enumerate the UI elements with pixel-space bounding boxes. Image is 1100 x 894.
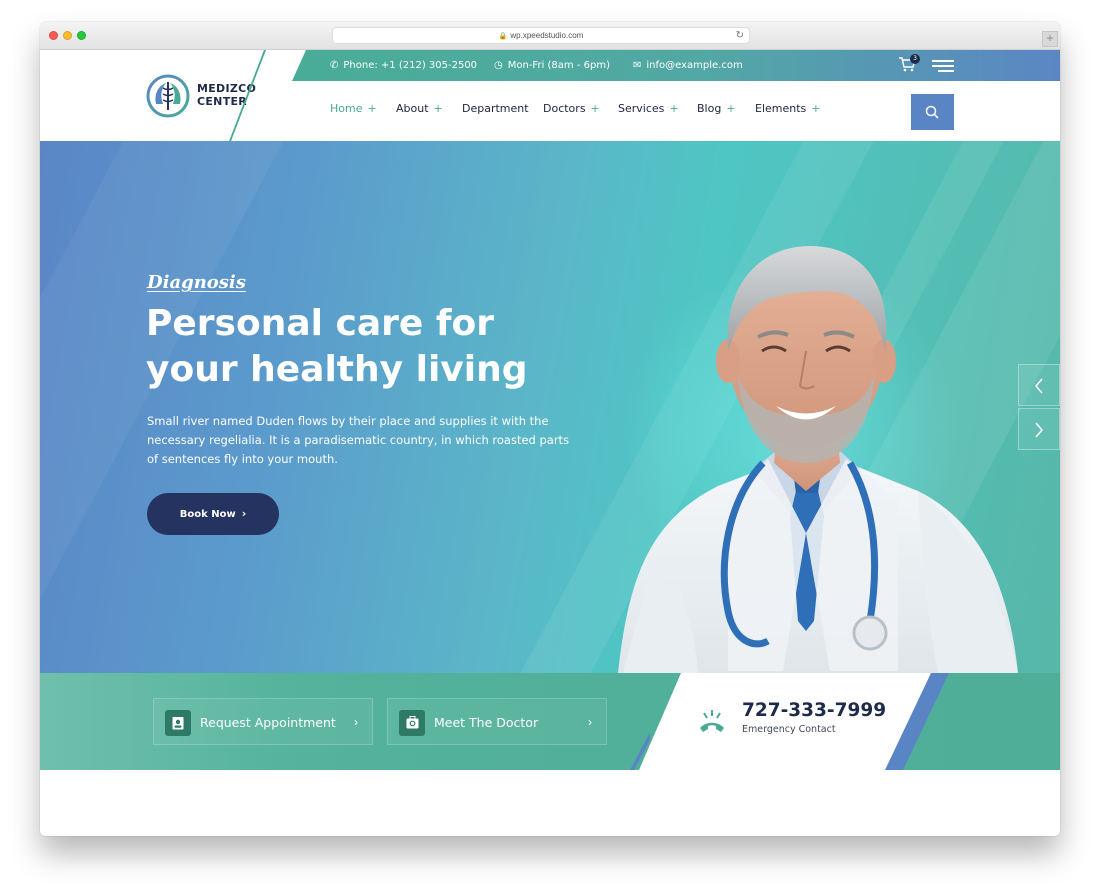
info-strip: Request Appointment › Meet The Doctor › … xyxy=(40,673,1060,770)
topbar-phone-text: Phone: +1 (212) 305-2500 xyxy=(343,60,478,71)
phone-icon: ✆ xyxy=(330,60,339,71)
emergency-phone-number[interactable]: 727-333-7999 xyxy=(742,700,886,721)
topbar-email[interactable]: ✉ info@example.com xyxy=(633,50,743,81)
id-badge-icon xyxy=(172,717,184,730)
nav-item-about[interactable]: About + xyxy=(396,102,443,115)
chevron-right-icon: › xyxy=(241,507,247,520)
doctor-photo xyxy=(618,246,1018,673)
caduceus-logo-icon xyxy=(146,74,190,118)
nav-item-home[interactable]: Home + xyxy=(330,102,377,115)
address-text: wp.xpeedstudio.com xyxy=(510,31,584,40)
chevron-left-icon xyxy=(1035,378,1043,394)
nav-item-blog[interactable]: Blog + xyxy=(697,102,736,115)
meet-the-doctor-label: Meet The Doctor xyxy=(434,715,539,730)
hamburger-icon xyxy=(932,60,954,62)
chevron-right-icon: › xyxy=(588,715,592,729)
envelope-icon: ✉ xyxy=(633,60,642,71)
chevron-right-icon: › xyxy=(354,715,358,729)
slider-next-button[interactable] xyxy=(1018,408,1060,450)
meet-the-doctor-button[interactable]: Meet The Doctor › xyxy=(387,698,607,745)
site-header: MEDIZCO CENTER ✆ Phone: +1 (212) 305-2500… xyxy=(40,50,1060,145)
topbar-phone: ✆ Phone: +1 (212) 305-2500 xyxy=(330,50,477,81)
search-icon xyxy=(925,105,939,119)
lock-icon: 🔒 xyxy=(498,33,508,40)
nav-item-department[interactable]: Department xyxy=(462,102,529,115)
menu-toggle-button[interactable] xyxy=(932,60,954,72)
book-now-button[interactable]: Book Now › xyxy=(147,493,279,535)
browser-toolbar: 🔒 wp.xpeedstudio.com ↻ + xyxy=(40,22,1060,50)
hero-description: Small river named Duden flows by their p… xyxy=(147,414,570,466)
slider-prev-button[interactable] xyxy=(1018,364,1060,406)
request-appointment-button[interactable]: Request Appointment › xyxy=(153,698,373,745)
new-tab-button[interactable]: + xyxy=(1042,31,1058,47)
minimize-window-button[interactable] xyxy=(63,31,72,40)
cart-count-badge: 3 xyxy=(910,54,920,64)
topbar-email-text: info@example.com xyxy=(646,60,743,71)
close-window-button[interactable] xyxy=(49,31,58,40)
topbar-hours: ◷ Mon-Fri (8am - 6pm) xyxy=(494,50,610,81)
hero-eyebrow: Diagnosis xyxy=(147,272,246,293)
phone-ringing-icon xyxy=(700,710,724,732)
reload-icon[interactable]: ↻ xyxy=(736,28,744,44)
hero-title: Personal care for your healthy living xyxy=(146,303,528,390)
topbar-hours-text: Mon-Fri (8am - 6pm) xyxy=(507,60,610,71)
address-bar[interactable]: 🔒 wp.xpeedstudio.com ↻ xyxy=(332,27,750,44)
clock-icon: ◷ xyxy=(494,60,503,71)
nav-item-doctors[interactable]: Doctors + xyxy=(543,102,600,115)
zoom-window-button[interactable] xyxy=(77,31,86,40)
search-button[interactable] xyxy=(911,94,954,130)
nav-item-services[interactable]: Services + xyxy=(618,102,679,115)
emergency-contact-label: Emergency Contact xyxy=(742,724,836,735)
medical-kit-icon xyxy=(406,716,419,729)
book-now-label: Book Now xyxy=(179,509,236,520)
nav-item-elements[interactable]: Elements + xyxy=(755,102,821,115)
browser-window: 🔒 wp.xpeedstudio.com ↻ + MEDIZCO CENTER … xyxy=(40,22,1060,836)
cart-button[interactable]: 3 xyxy=(898,54,920,76)
hero-slider: Diagnosis Personal care for your healthy… xyxy=(40,141,1060,673)
request-appointment-label: Request Appointment xyxy=(200,715,336,730)
site-logo[interactable]: MEDIZCO CENTER xyxy=(146,74,276,118)
chevron-right-icon xyxy=(1035,422,1043,438)
